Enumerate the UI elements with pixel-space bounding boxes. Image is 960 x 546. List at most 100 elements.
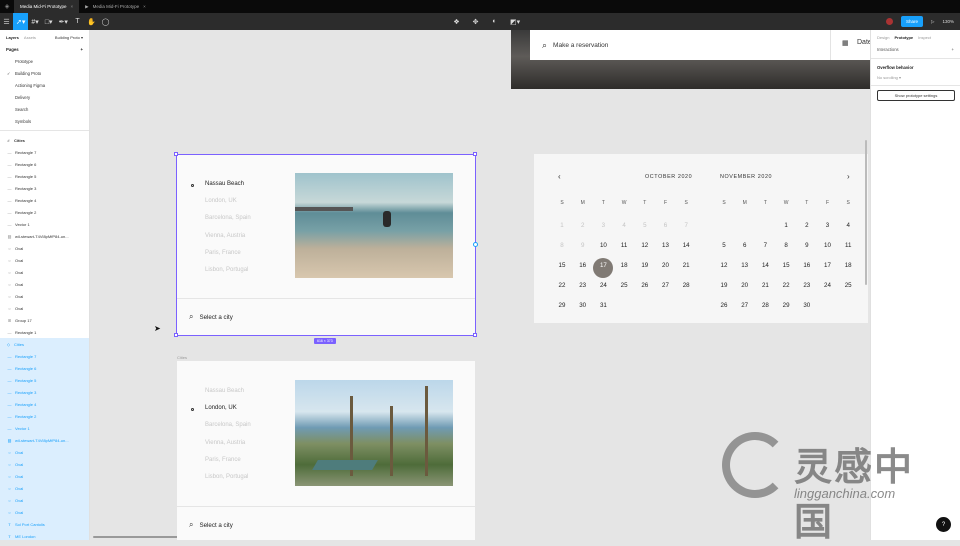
calendar-day[interactable]: 7	[755, 242, 775, 249]
share-button[interactable]: Share	[901, 16, 924, 27]
frame-tool-icon[interactable]: #▾	[28, 13, 41, 30]
layer-row[interactable]: — Rectangle 5	[0, 170, 89, 182]
page-item[interactable]: Delivery	[0, 91, 89, 103]
hand-tool-icon[interactable]: ✋	[84, 13, 99, 30]
calendar-day[interactable]: 23	[797, 282, 817, 289]
layer-row[interactable]: ○ Oval	[0, 446, 89, 458]
chevron-left-icon[interactable]: ‹	[558, 172, 561, 181]
layer-row[interactable]: ▨ wil-stewart-T4Vl8pMfP84-un...	[0, 434, 89, 446]
calendar-day[interactable]: 26	[635, 282, 655, 289]
main-menu-icon[interactable]: ☰	[0, 13, 13, 30]
layer-row[interactable]: — Vector 1	[0, 218, 89, 230]
layer-row[interactable]: ○ Oval	[0, 290, 89, 302]
show-prototype-settings-button[interactable]: Show prototype settings	[877, 90, 955, 101]
layer-row[interactable]: ○ Oval	[0, 470, 89, 482]
layer-row[interactable]: ○ Oval	[0, 266, 89, 278]
calendar-day[interactable]: 25	[614, 282, 634, 289]
component-icon[interactable]: ❖	[450, 13, 463, 30]
calendar-day[interactable]: 29	[552, 302, 572, 309]
layer-row[interactable]: — Rectangle 3	[0, 182, 89, 194]
layer-row[interactable]: — Rectangle 4	[0, 398, 89, 410]
calendar-day[interactable]: 11	[838, 242, 858, 249]
city-option[interactable]: London, UK	[205, 198, 237, 204]
calendar-day[interactable]: 25	[838, 282, 858, 289]
city-option[interactable]: Barcelona, Spain	[205, 422, 251, 428]
layer-row[interactable]: — Rectangle 4	[0, 194, 89, 206]
tab-prototype[interactable]: Prototype	[894, 35, 913, 40]
city-option[interactable]: Vienna, Austria	[205, 440, 245, 446]
boolean-icon[interactable]: ◩▾	[507, 13, 523, 30]
calendar-day[interactable]: 24	[593, 282, 613, 289]
calendar-day[interactable]: 13	[656, 242, 676, 249]
page-item[interactable]: ✓ Building Proto	[0, 67, 89, 79]
calendar-day[interactable]: 6	[735, 242, 755, 249]
add-page-icon[interactable]: +	[80, 47, 83, 52]
calendar-day[interactable]: 24	[818, 282, 838, 289]
calendar-day[interactable]: 27	[735, 302, 755, 309]
calendar-day[interactable]: 27	[656, 282, 676, 289]
calendar-day[interactable]: 4	[838, 222, 858, 229]
calendar-day[interactable]: 19	[635, 262, 655, 269]
layer-group-cities[interactable]: # Cities	[0, 134, 89, 146]
calendar-day[interactable]: 28	[755, 302, 775, 309]
calendar-day[interactable]: 30	[797, 302, 817, 309]
create-component-icon[interactable]: ✥	[469, 13, 482, 30]
city-option[interactable]: London, UK	[205, 405, 237, 411]
cities-frame-selected[interactable]: Nassau Beach London, UK Barcelona, Spain Vi…	[174, 152, 478, 337]
layer-row[interactable]: ○ Oval	[0, 302, 89, 314]
avatar[interactable]	[886, 18, 893, 25]
calendar-day[interactable]: 17	[593, 262, 613, 269]
calendar-day[interactable]: 5	[714, 242, 734, 249]
calendar-day[interactable]: 18	[838, 262, 858, 269]
layer-row[interactable]: — Rectangle 6	[0, 362, 89, 374]
layer-row[interactable]: — Rectangle 5	[0, 374, 89, 386]
layer-row[interactable]: ○ Oval	[0, 242, 89, 254]
calendar-day[interactable]: 22	[776, 282, 796, 289]
calendar-day[interactable]: 30	[573, 302, 593, 309]
pen-tool-icon[interactable]: ✒▾	[56, 13, 71, 30]
prototype-connection-handle[interactable]	[473, 242, 478, 247]
overflow-select[interactable]: No scrolling ▾	[871, 73, 960, 82]
calendar-day[interactable]: 22	[552, 282, 572, 289]
calendar-day[interactable]: 13	[735, 262, 755, 269]
calendar-day[interactable]: 19	[714, 282, 734, 289]
layer-row[interactable]: T ME London	[0, 530, 89, 540]
layer-group-cities-selected[interactable]: ◇ Cities	[0, 338, 89, 350]
add-interaction-icon[interactable]: +	[952, 47, 954, 52]
tab-design[interactable]: Design	[877, 35, 889, 40]
calendar-day[interactable]: 15	[552, 262, 572, 269]
chevron-right-icon[interactable]: ›	[847, 172, 850, 181]
layer-row[interactable]: ▨ wil-stewart-T4Vl8pMfP84-un...	[0, 230, 89, 242]
mask-icon[interactable]: ◐	[488, 13, 501, 30]
calendar-day[interactable]: 20	[656, 262, 676, 269]
calendar-day[interactable]: 23	[573, 282, 593, 289]
resize-handle[interactable]	[174, 152, 178, 156]
resize-handle[interactable]	[473, 333, 477, 337]
tab-inspect[interactable]: Inspect	[918, 35, 931, 40]
comment-tool-icon[interactable]: ◯	[99, 13, 113, 30]
vertical-scrollbar[interactable]	[865, 140, 867, 285]
shape-tool-icon[interactable]: □▾	[42, 13, 56, 30]
calendar-day[interactable]: 17	[818, 262, 838, 269]
calendar-day[interactable]: 26	[714, 302, 734, 309]
layer-row[interactable]: — Vector 1	[0, 422, 89, 434]
calendar-day[interactable]: 2	[797, 222, 817, 229]
layer-row[interactable]: ⊞ Group 17	[0, 314, 89, 326]
calendar-day[interactable]: 1	[776, 222, 796, 229]
layer-row[interactable]: — Rectangle 7	[0, 350, 89, 362]
calendar-day[interactable]: 9	[797, 242, 817, 249]
layer-row[interactable]: T Sol Port Cantolis	[0, 518, 89, 530]
layer-row[interactable]: ○ Oval	[0, 506, 89, 518]
move-tool-icon[interactable]: ➚▾	[13, 13, 29, 30]
layer-row[interactable]: ○ Oval	[0, 458, 89, 470]
resize-handle[interactable]	[473, 152, 477, 156]
city-option[interactable]: Barcelona, Spain	[205, 215, 251, 221]
layer-row[interactable]: — Rectangle 2	[0, 410, 89, 422]
city-option[interactable]: Lisbon, Portugal	[205, 267, 248, 273]
city-option[interactable]: Nassau Beach	[205, 181, 244, 187]
calendar-day[interactable]: 12	[635, 242, 655, 249]
text-tool-icon[interactable]: T	[71, 13, 84, 30]
calendar-day[interactable]: 16	[573, 262, 593, 269]
calendar-day[interactable]: 28	[676, 282, 696, 289]
page-item[interactable]: Symbols	[0, 115, 89, 127]
